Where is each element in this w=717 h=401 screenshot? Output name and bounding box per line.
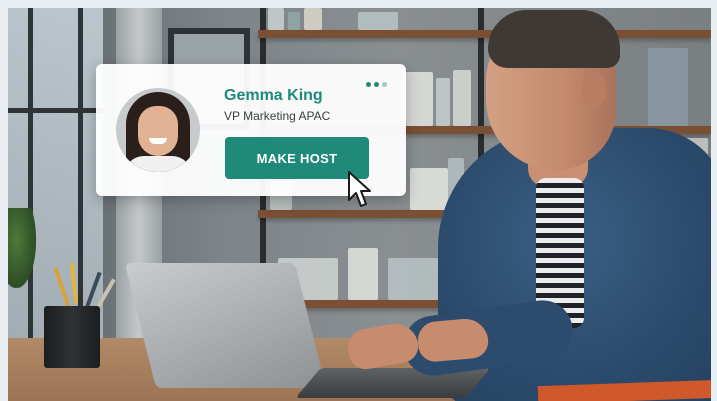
person-hand-right (416, 317, 490, 363)
plant (8, 208, 36, 288)
laptop-lid (124, 263, 326, 388)
shelf (258, 30, 711, 38)
window-mullion (78, 8, 83, 338)
book (403, 72, 433, 126)
book (348, 248, 378, 300)
avatar-shirt (124, 156, 192, 172)
window-mullion (28, 8, 33, 338)
background-window (8, 8, 103, 338)
participant-name: Gemma King (224, 87, 323, 104)
dot (382, 82, 387, 87)
book (453, 70, 471, 126)
book (288, 12, 300, 30)
mouse-pointer-icon (348, 171, 371, 207)
book (358, 12, 398, 30)
book (648, 48, 688, 126)
book (436, 78, 450, 126)
person-hair (488, 10, 620, 68)
more-dots-icon[interactable] (366, 82, 387, 87)
participant-avatar (116, 88, 200, 172)
dot (374, 82, 379, 87)
dot (366, 82, 371, 87)
book (268, 8, 284, 30)
window-transom (8, 108, 103, 113)
avatar-face (138, 106, 178, 156)
laptop-keyboard (295, 368, 491, 398)
pen-cup (44, 306, 100, 368)
person-ear (582, 70, 606, 108)
book (410, 168, 448, 210)
participant-role: VP Marketing APAC (224, 109, 331, 123)
book (304, 8, 322, 30)
